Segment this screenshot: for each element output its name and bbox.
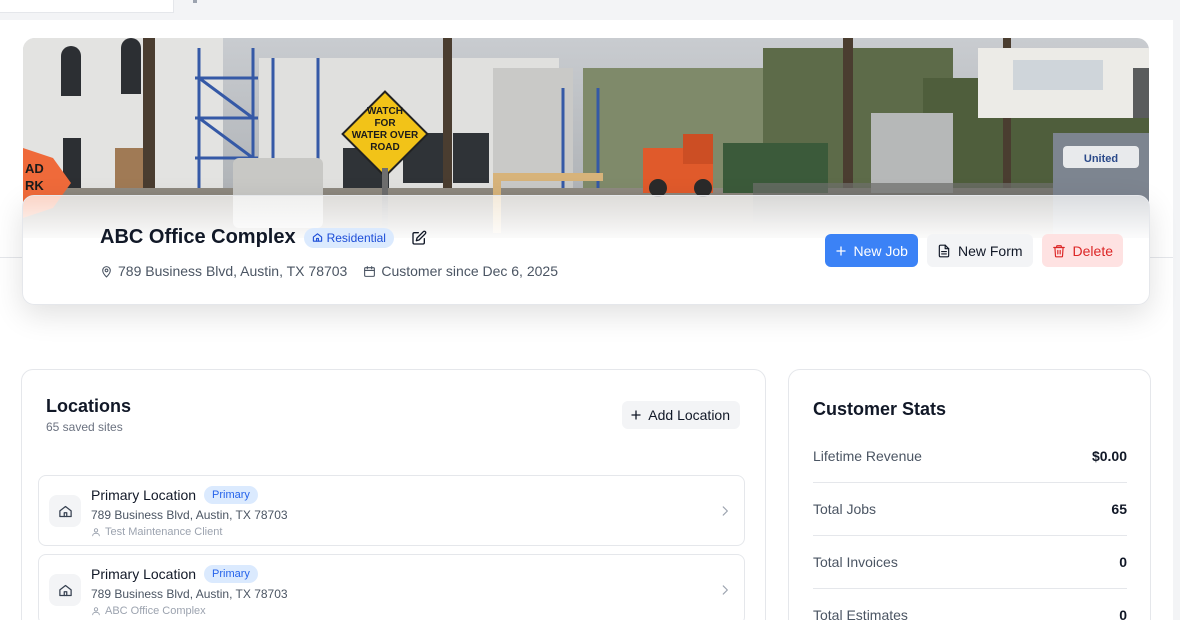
home-icon — [58, 584, 72, 596]
stat-value: 0 — [1119, 607, 1127, 620]
chevron-right-icon — [722, 506, 728, 516]
locations-subtitle: 65 saved sites — [46, 420, 123, 434]
customer-type-label: Residential — [326, 230, 386, 245]
customer-name: ABC Office Complex — [100, 226, 296, 248]
document-icon — [938, 244, 950, 257]
user-icon — [92, 607, 100, 616]
location-name-row: Primary Location Primary — [91, 565, 258, 583]
scrollbar-gutter — [1173, 20, 1180, 620]
locations-card: Locations 65 saved sites Add Location Pr… — [21, 369, 766, 620]
calendar-icon — [364, 265, 376, 277]
top-tab-strip — [0, 0, 1180, 20]
home-icon — [58, 505, 72, 517]
svg-text:ROAD: ROAD — [370, 142, 399, 153]
new-form-label: New Form — [957, 242, 1023, 259]
locations-title: Locations — [46, 396, 132, 416]
home-icon — [312, 233, 322, 242]
trash-icon — [1052, 244, 1065, 257]
location-contact-name: Test Maintenance Client — [105, 526, 223, 538]
plus-icon — [631, 410, 641, 420]
browser-tab-fragment[interactable] — [0, 0, 174, 13]
primary-badge: Primary — [204, 565, 258, 583]
stats-title: Customer Stats — [813, 399, 947, 419]
stat-row-lifetime-revenue: Lifetime Revenue $0.00 — [813, 430, 1127, 483]
customer-type-badge: Residential — [303, 227, 394, 248]
svg-text:RK: RK — [25, 178, 44, 193]
customer-meta: 789 Business Blvd, Austin, TX 78703 Cust… — [100, 263, 558, 279]
new-job-button[interactable]: New Job — [824, 234, 918, 267]
location-contact: ABC Office Complex — [91, 605, 206, 617]
add-location-button[interactable]: Add Location — [622, 401, 740, 429]
add-location-label: Add Location — [648, 407, 730, 423]
stat-value: 0 — [1119, 554, 1127, 570]
title-row: ABC Office Complex Residential — [100, 226, 428, 249]
stat-label: Total Jobs — [813, 501, 877, 517]
location-item[interactable]: Primary Location Primary 789 Business Bl… — [38, 554, 745, 620]
stat-label: Total Invoices — [813, 554, 898, 570]
location-home-icon-box — [49, 495, 81, 527]
svg-text:WATER OVER: WATER OVER — [352, 130, 419, 141]
svg-text:WATCH: WATCH — [367, 106, 403, 117]
delete-customer-button[interactable]: Delete — [1041, 234, 1123, 267]
map-pin-icon — [102, 265, 111, 277]
svg-text:AD: AD — [25, 161, 44, 176]
chevron-right-icon — [722, 585, 728, 595]
stat-row-total-invoices: Total Invoices 0 — [813, 536, 1127, 589]
svg-text:FOR: FOR — [374, 118, 396, 129]
customer-since-text: Customer since Dec 6, 2025 — [381, 263, 558, 279]
location-name: Primary Location — [91, 487, 197, 503]
portable-toilet-logo: United — [1084, 153, 1118, 165]
stat-row-total-estimates: Total Estimates 0 — [813, 589, 1127, 620]
edit-icon — [412, 230, 427, 245]
stat-label: Lifetime Revenue — [813, 448, 922, 464]
customer-address-text: 789 Business Blvd, Austin, TX 78703 — [118, 263, 348, 279]
location-item[interactable]: Primary Location Primary 789 Business Bl… — [38, 475, 745, 546]
delete-label: Delete — [1072, 242, 1113, 259]
location-contact: Test Maintenance Client — [91, 526, 222, 538]
stat-label: Total Estimates — [813, 607, 908, 620]
location-address: 789 Business Blvd, Austin, TX 78703 — [91, 587, 288, 601]
plus-icon — [835, 245, 846, 256]
tab-fragment-mark — [193, 0, 197, 3]
stat-value: 65 — [1111, 501, 1127, 517]
customer-stats-card: Customer Stats Lifetime Revenue $0.00 To… — [788, 369, 1151, 620]
location-name: Primary Location — [91, 566, 197, 582]
user-icon — [92, 528, 100, 537]
primary-badge: Primary — [204, 486, 258, 504]
edit-customer-button[interactable] — [410, 229, 428, 247]
customer-header-card: ABC Office Complex Residential 789 Busin… — [22, 195, 1150, 305]
new-form-button[interactable]: New Form — [926, 234, 1033, 267]
location-address: 789 Business Blvd, Austin, TX 78703 — [91, 508, 288, 522]
location-name-row: Primary Location Primary — [91, 486, 258, 504]
stat-row-total-jobs: Total Jobs 65 — [813, 483, 1127, 536]
customer-since: Customer since Dec 6, 2025 — [363, 263, 558, 279]
stat-value: $0.00 — [1091, 448, 1127, 464]
header-actions: New Job New Form Delete — [824, 234, 1123, 267]
location-home-icon-box — [49, 574, 81, 606]
customer-address: 789 Business Blvd, Austin, TX 78703 — [100, 263, 347, 279]
new-job-label: New Job — [853, 242, 908, 259]
location-contact-name: ABC Office Complex — [105, 605, 206, 617]
